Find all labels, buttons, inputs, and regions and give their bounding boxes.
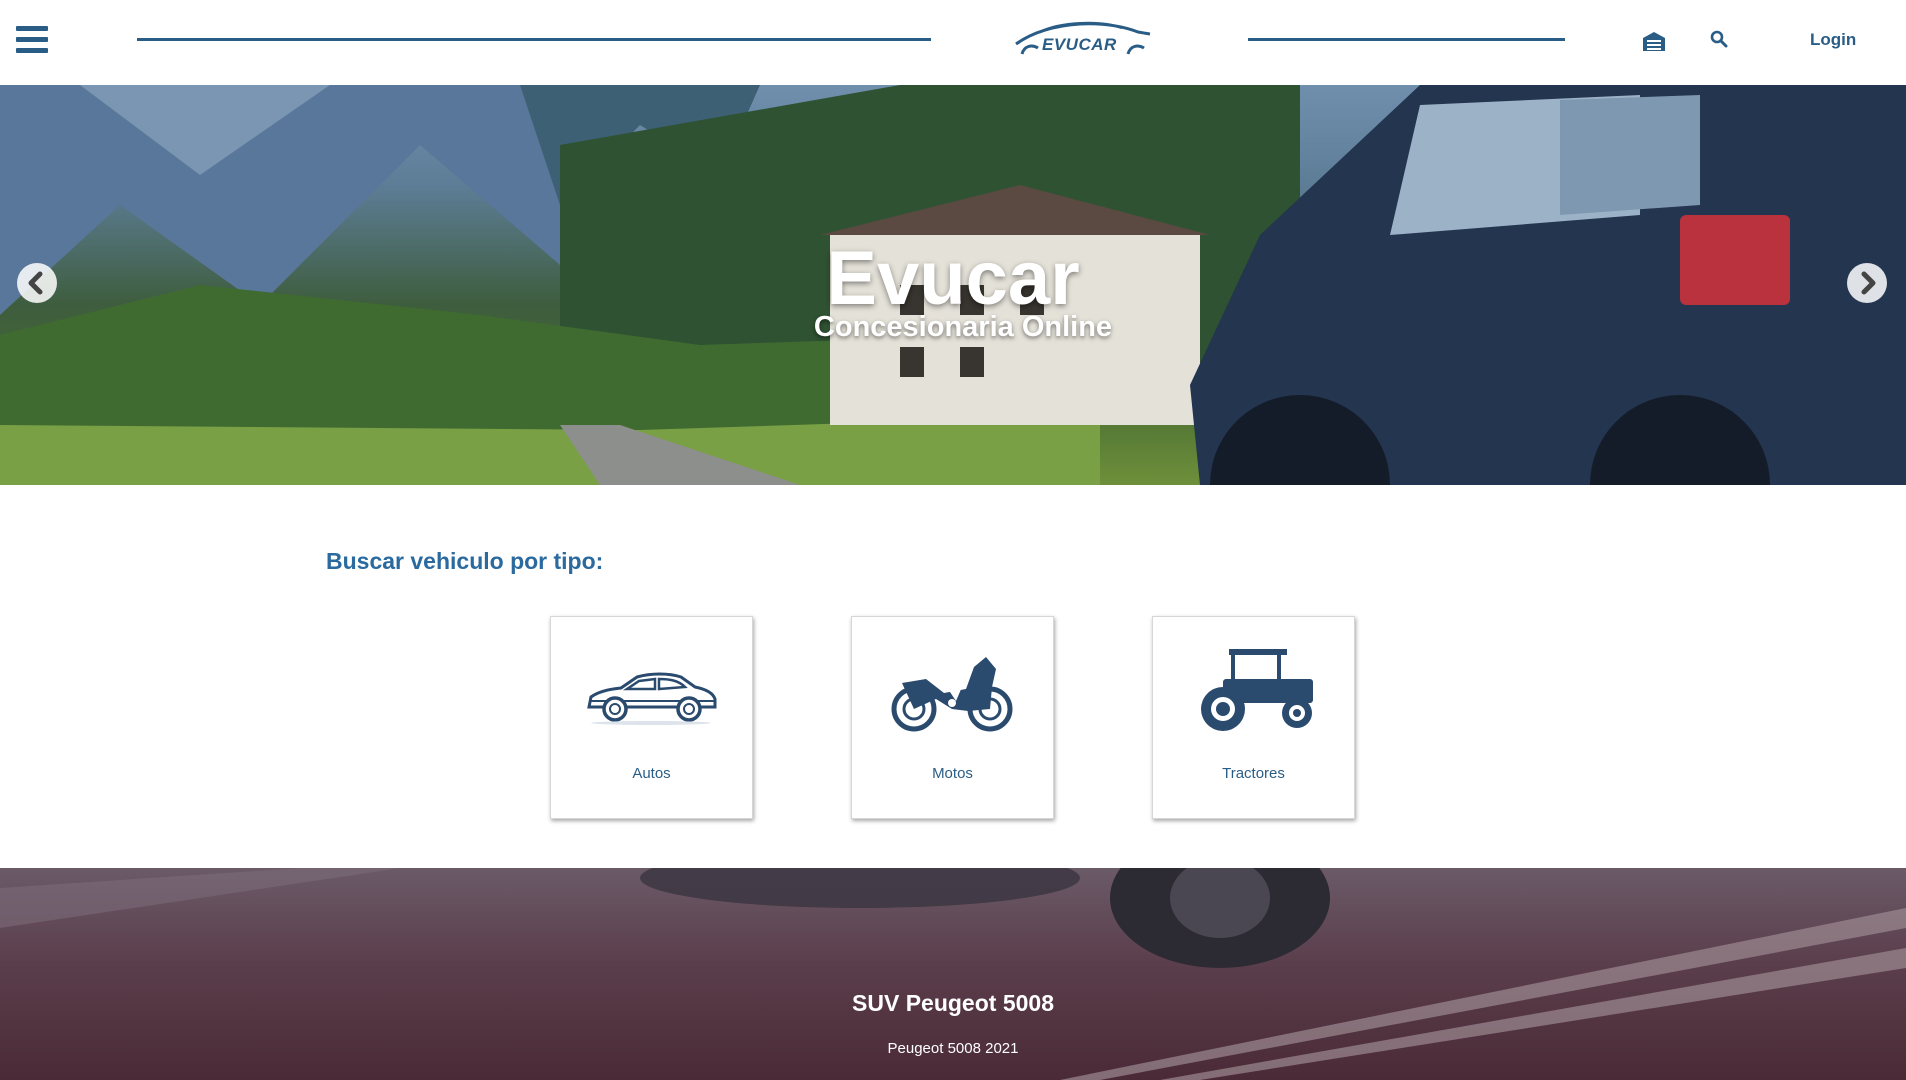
brand-logo-text: EVUCAR	[1042, 35, 1117, 54]
vehicle-type-label: Autos	[632, 765, 671, 782]
featured-vehicle-title: SUV Peugeot 5008	[852, 990, 1054, 1016]
tractor-icon	[1201, 649, 1313, 731]
featured-vehicle-subtitle: Peugeot 5008 2021	[887, 1040, 1019, 1057]
hero-carousel: Evucar Concesionaria Online	[0, 85, 1906, 485]
vehicle-type-card-motos[interactable]: Motos	[851, 616, 1054, 819]
vehicle-type-label: Motos	[932, 765, 973, 782]
vehicle-type-card-autos[interactable]: Autos	[550, 616, 753, 819]
vehicle-type-heading: Buscar vehiculo por tipo:	[326, 548, 604, 574]
brand-logo[interactable]: EVUCAR	[1010, 18, 1156, 60]
car-icon	[587, 672, 717, 725]
motorcycle-icon	[891, 657, 1013, 732]
search-icon[interactable]	[1710, 30, 1728, 48]
chevron-right-icon	[1861, 271, 1876, 295]
header-divider-right	[1248, 38, 1565, 41]
top-navbar: EVUCAR Login	[0, 0, 1906, 85]
vehicle-type-card-tractores[interactable]: Tractores	[1152, 616, 1355, 819]
menu-icon[interactable]	[16, 26, 48, 54]
featured-vehicle-banner: SUV Peugeot 5008 Peugeot 5008 2021	[0, 868, 1906, 1080]
header-divider-left	[137, 38, 931, 41]
vehicle-type-label: Tractores	[1222, 765, 1285, 782]
login-link[interactable]: Login	[1810, 30, 1856, 50]
hero-title: Evucar	[826, 236, 1080, 321]
carousel-prev-button[interactable]	[17, 263, 57, 303]
garage-icon[interactable]	[1642, 30, 1666, 52]
hero-subtitle: Concesionaria Online	[813, 311, 1113, 343]
carousel-next-button[interactable]	[1847, 263, 1887, 303]
chevron-left-icon	[28, 271, 43, 295]
